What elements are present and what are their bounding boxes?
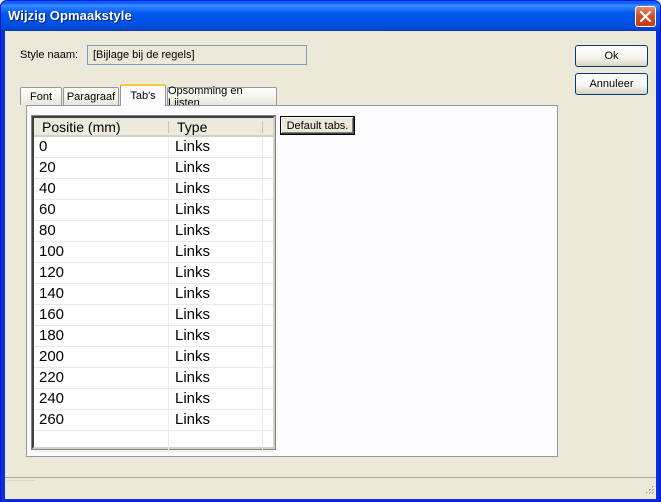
table-row[interactable]: 120 Links — [34, 263, 273, 284]
position-cell: 40 — [34, 179, 169, 199]
position-cell: 160 — [34, 305, 169, 325]
default-tabs-button[interactable]: Default tabs. — [280, 116, 355, 135]
type-cell: Links — [169, 242, 263, 262]
position-cell: 240 — [34, 389, 169, 409]
tab-stops-list[interactable]: Positie (mm) Type 0 Links 20 Links 40 Links… — [31, 115, 276, 452]
position-cell: 60 — [34, 200, 169, 220]
style-name-label: Style naam: — [20, 49, 79, 61]
window-title: Wijzig Opmaakstyle — [8, 8, 132, 23]
table-row[interactable]: 260 Links — [34, 410, 273, 431]
table-row[interactable]: 220 Links — [34, 368, 273, 389]
type-cell: Links — [169, 305, 263, 325]
filler-cell — [263, 326, 273, 346]
table-row[interactable]: 20 Links — [34, 158, 273, 179]
type-cell: Links — [169, 137, 263, 157]
position-cell: 180 — [34, 326, 169, 346]
position-cell: 80 — [34, 221, 169, 241]
filler-cell — [263, 410, 273, 430]
empty-cell — [34, 431, 169, 451]
list-rows: 0 Links 20 Links 40 Links 60 Links 80 Links 1… — [34, 137, 273, 452]
filler-cell — [263, 221, 273, 241]
style-name-field[interactable]: [Bijlage bij de regels] — [87, 45, 307, 65]
tab-font[interactable]: Font — [20, 87, 62, 105]
table-row[interactable]: 60 Links — [34, 200, 273, 221]
column-header-type[interactable]: Type — [169, 118, 263, 137]
cancel-button[interactable]: Annuleer — [575, 73, 648, 95]
dialog-window: Wijzig Opmaakstyle Style naam: [Bijlage … — [0, 0, 661, 502]
type-cell: Links — [169, 326, 263, 346]
type-cell: Links — [169, 410, 263, 430]
filler-cell — [263, 284, 273, 304]
dialog-client-area: Style naam: [Bijlage bij de regels] Ok A… — [5, 31, 656, 499]
status-bar — [5, 477, 656, 499]
filler-cell — [263, 179, 273, 199]
tab-panel-tabs: Positie (mm) Type 0 Links 20 Links 40 Links… — [26, 105, 558, 457]
type-cell: Links — [169, 179, 263, 199]
type-cell: Links — [169, 158, 263, 178]
filler-cell — [263, 368, 273, 388]
table-row[interactable]: 200 Links — [34, 347, 273, 368]
position-cell: 100 — [34, 242, 169, 262]
type-cell: Links — [169, 200, 263, 220]
filler-cell — [263, 137, 273, 157]
tab-tabs[interactable]: Tab's — [120, 84, 166, 106]
tab-paragraaf[interactable]: Paragraaf — [63, 87, 119, 105]
filler-cell — [263, 389, 273, 409]
filler-cell — [263, 305, 273, 325]
column-header-filler — [263, 118, 273, 137]
table-row[interactable]: 40 Links — [34, 179, 273, 200]
type-cell: Links — [169, 389, 263, 409]
table-row[interactable]: 180 Links — [34, 326, 273, 347]
empty-row — [34, 431, 273, 452]
filler-cell — [263, 431, 273, 451]
position-cell: 0 — [34, 137, 169, 157]
table-row[interactable]: 100 Links — [34, 242, 273, 263]
type-cell: Links — [169, 347, 263, 367]
ok-button[interactable]: Ok — [575, 45, 648, 67]
column-header-position[interactable]: Positie (mm) — [34, 118, 169, 137]
position-cell: 120 — [34, 263, 169, 283]
table-row[interactable]: 0 Links — [34, 137, 273, 158]
position-cell: 140 — [34, 284, 169, 304]
empty-cell — [169, 431, 263, 451]
table-row[interactable]: 240 Links — [34, 389, 273, 410]
position-cell: 260 — [34, 410, 169, 430]
size-grip-icon[interactable] — [643, 485, 655, 497]
filler-cell — [263, 158, 273, 178]
filler-cell — [263, 242, 273, 262]
type-cell: Links — [169, 221, 263, 241]
title-bar[interactable]: Wijzig Opmaakstyle — [1, 1, 660, 31]
position-cell: 220 — [34, 368, 169, 388]
filler-cell — [263, 347, 273, 367]
filler-cell — [263, 263, 273, 283]
type-cell: Links — [169, 284, 263, 304]
status-bar-divider — [5, 477, 656, 478]
type-cell: Links — [169, 368, 263, 388]
table-row[interactable]: 80 Links — [34, 221, 273, 242]
position-cell: 20 — [34, 158, 169, 178]
filler-cell — [263, 200, 273, 220]
position-cell: 200 — [34, 347, 169, 367]
table-row[interactable]: 160 Links — [34, 305, 273, 326]
close-button[interactable] — [635, 6, 656, 27]
table-row[interactable]: 140 Links — [34, 284, 273, 305]
close-icon — [639, 10, 652, 23]
status-pane — [7, 480, 35, 497]
type-cell: Links — [169, 263, 263, 283]
list-header: Positie (mm) Type — [34, 118, 273, 137]
tab-opsomming-en-lijsten[interactable]: Opsomming en Lijsten — [167, 85, 277, 109]
